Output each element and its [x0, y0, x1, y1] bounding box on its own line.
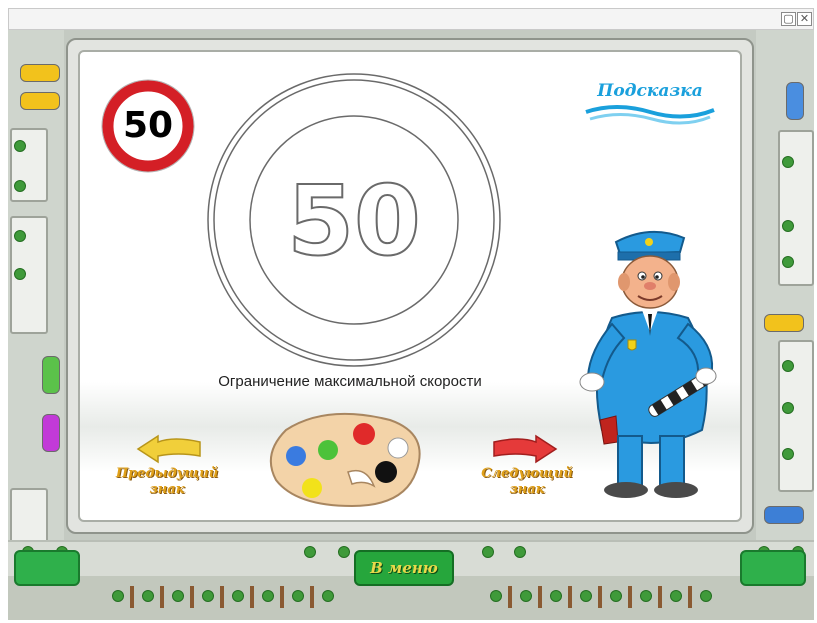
- bush: [14, 230, 26, 242]
- bush: [112, 590, 124, 602]
- fence-post: [220, 586, 224, 608]
- car: [764, 314, 804, 332]
- big-sign-value: 50: [287, 165, 421, 277]
- paint-black[interactable]: [375, 461, 397, 483]
- bush: [610, 590, 622, 602]
- bush: [514, 546, 526, 558]
- bush: [782, 220, 794, 232]
- fence-post: [310, 586, 314, 608]
- bush: [782, 360, 794, 372]
- bush: [202, 590, 214, 602]
- arrow-left-icon: [136, 434, 201, 464]
- bush: [490, 590, 502, 602]
- car: [764, 506, 804, 524]
- fence-post: [250, 586, 254, 608]
- fence-post: [130, 586, 134, 608]
- bush: [338, 546, 350, 558]
- fence-post: [508, 586, 512, 608]
- fence-post: [688, 586, 692, 608]
- bush: [520, 590, 532, 602]
- bush: [14, 180, 26, 192]
- hint-label: Подсказка: [597, 81, 703, 101]
- paint-white[interactable]: [387, 437, 409, 459]
- title-bar: ▢ ✕: [8, 8, 814, 30]
- sign-card: Подсказка 50 50 Ограничение максимальной…: [78, 50, 742, 522]
- paint-palette-icon[interactable]: [266, 410, 430, 515]
- bush: [292, 590, 304, 602]
- arrow-right-icon: [493, 434, 558, 464]
- bush: [700, 590, 712, 602]
- car: [42, 414, 60, 452]
- restore-button[interactable]: ▢: [781, 12, 796, 26]
- right-corner-button[interactable]: [740, 550, 806, 586]
- fence-post: [598, 586, 602, 608]
- bush: [782, 256, 794, 268]
- bush: [782, 402, 794, 414]
- paint-yellow[interactable]: [302, 478, 322, 498]
- bush: [640, 590, 652, 602]
- bush: [232, 590, 244, 602]
- bush: [550, 590, 562, 602]
- car: [42, 356, 60, 394]
- car: [20, 92, 60, 110]
- bush: [322, 590, 334, 602]
- paint-green[interactable]: [318, 440, 338, 460]
- bush: [172, 590, 184, 602]
- fence-post: [280, 586, 284, 608]
- bush: [482, 546, 494, 558]
- paint-red[interactable]: [353, 423, 375, 445]
- bush: [782, 448, 794, 460]
- bush: [782, 156, 794, 168]
- prev-label-line1: Предыдущий: [115, 466, 219, 481]
- prev-sign-button[interactable]: Предыдущий знак: [110, 434, 260, 514]
- sign-caption: Ограничение максимальной скорости: [218, 373, 482, 390]
- speed-limit-sign-icon: 50: [100, 78, 196, 179]
- car: [786, 82, 804, 120]
- paint-blue[interactable]: [286, 446, 306, 466]
- close-button[interactable]: ✕: [797, 12, 812, 26]
- bush: [14, 268, 26, 280]
- bush: [580, 590, 592, 602]
- game-window: ▢ ✕ В меню Подсказка 50 50 Ограничение м…: [0, 0, 817, 623]
- sign-card-frame: Подсказка 50 50 Ограничение максимальной…: [66, 38, 754, 534]
- fence-post: [190, 586, 194, 608]
- fence-post: [628, 586, 632, 608]
- hint-button[interactable]: Подсказка: [580, 72, 720, 128]
- fence-post: [658, 586, 662, 608]
- bush: [304, 546, 316, 558]
- fence-post: [538, 586, 542, 608]
- bush: [14, 140, 26, 152]
- coloring-sign[interactable]: 50: [206, 72, 502, 373]
- bush: [142, 590, 154, 602]
- prev-label-line2: знак: [149, 482, 185, 497]
- fence-post: [160, 586, 164, 608]
- bush: [262, 590, 274, 602]
- left-corner-button[interactable]: [14, 550, 80, 586]
- fence-post: [568, 586, 572, 608]
- menu-button[interactable]: В меню: [354, 550, 454, 586]
- small-sign-value: 50: [122, 105, 174, 146]
- car: [20, 64, 60, 82]
- traffic-officer-character: [566, 220, 736, 515]
- bush: [670, 590, 682, 602]
